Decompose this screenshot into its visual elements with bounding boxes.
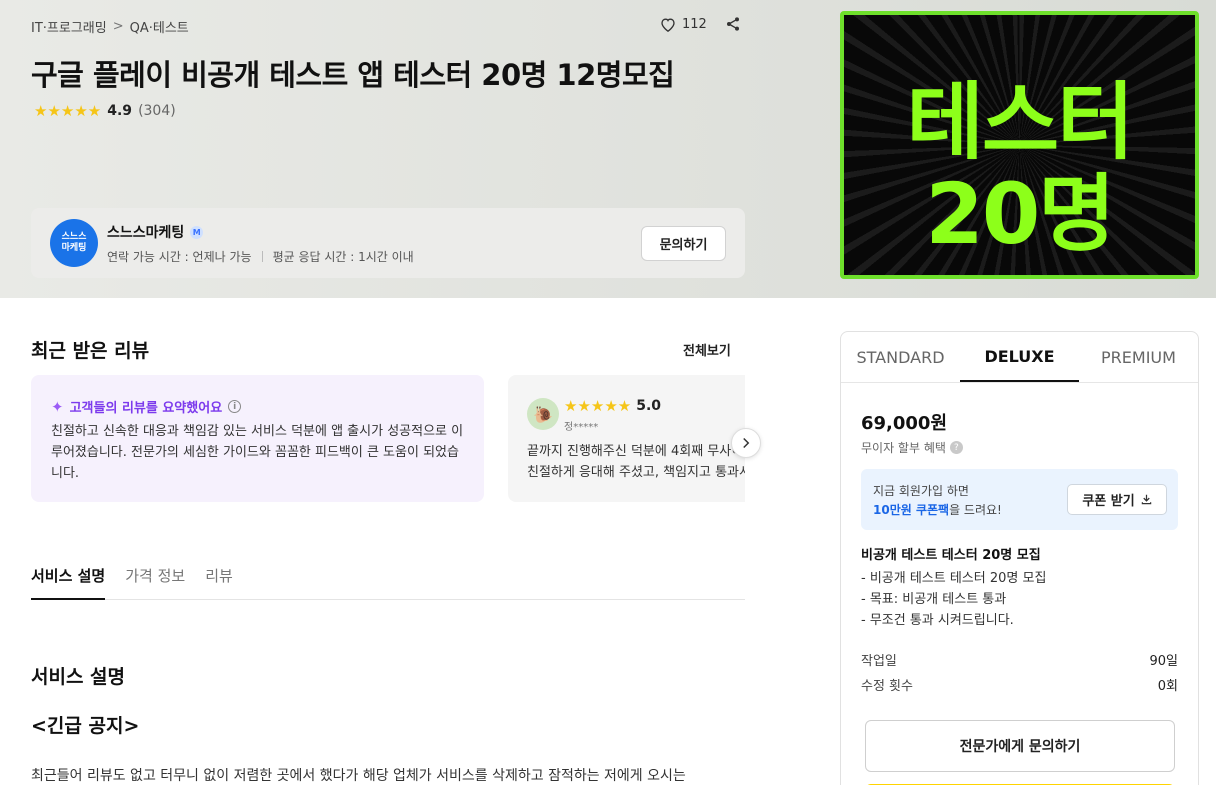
review-score: 5.0 [636,398,662,414]
recent-reviews-title: 최근 받은 리뷰 [31,340,150,362]
coupon-text-line1: 지금 회원가입 하면 [873,484,969,498]
package-tab-standard[interactable]: STANDARD [841,332,960,382]
info-icon[interactable]: i [228,400,242,413]
avatar-line2: 마케팅 [61,243,87,253]
breadcrumb: IT·프로그래밍 > QA·테스트 [31,17,189,36]
next-review-button[interactable] [731,428,761,458]
package-panel: STANDARD DELUXE PREMIUM 69,000원 무이자 할부 혜… [840,331,1199,785]
package-price: 69,000원 [861,413,948,434]
coupon-highlight: 10만원 쿠폰팩 [873,503,950,517]
ai-summary-text: 친절하고 신속한 대응과 책임감 있는 서비스 덕분에 앱 출시가 성공적으로 … [51,424,464,481]
chevron-right-icon [743,437,750,449]
review-rating: ★★★★★ 5.0 [564,397,661,415]
breadcrumb-subcategory[interactable]: QA·테스트 [130,17,189,36]
service-description-title: 서비스 설명 [31,666,126,688]
revisions-value: 0회 [1157,679,1178,694]
view-all-reviews-link[interactable]: 전체보기 [683,340,731,359]
review-text-line1: 끝까지 진행해주신 덕분에 4회째 무사히 [527,444,744,459]
review-text: 끝까지 진행해주신 덕분에 4회째 무사히 친절하게 응대해 주셨고, 책임지고… [527,441,745,483]
urgent-notice-heading: <긴급 공지> [31,715,140,737]
package-detail-item: - 무조건 통과 시켜드립니다. [861,613,1014,628]
package-name: 비공개 테스트 테스터 20명 모집 [861,548,1041,563]
star-icons: ★★★★★ [34,102,102,120]
work-days-row: 작업일 90일 [861,650,1178,669]
hero-section: IT·프로그래밍 > QA·테스트 112 구글 플레이 비공개 테스트 앱 테… [0,0,1216,298]
ai-review-summary: ✦ 고객들의 리뷰를 요약했어요 i 친절하고 신속한 대응과 책임감 있는 서… [31,375,484,502]
get-coupon-button[interactable]: 쿠폰 받기 [1067,484,1167,515]
avatar-line1: 스느스 [61,232,87,243]
revisions-label: 수정 횟수 [861,679,913,694]
tab-reviews[interactable]: 리뷰 [205,562,233,600]
share-icon[interactable] [725,16,741,32]
hero-actions: 112 [660,16,741,32]
reviewer-avatar: 🐌 [527,398,559,430]
ai-summary-header: ✦ 고객들의 리뷰를 요약했어요 i [51,397,242,416]
ai-summary-title: 고객들의 리뷰를 요약했어요 [69,401,223,416]
like-button[interactable]: 112 [660,17,707,32]
package-details: - 비공개 테스트 테스터 20명 모집 - 목표: 비공개 테스트 통과 - … [861,568,1046,631]
review-card[interactable]: 🐌 ★★★★★ 5.0 정***** 끝까지 진행해주신 덕분에 4회째 무사히… [508,375,745,502]
sparkle-icon: ✦ [51,397,64,416]
breadcrumb-separator: > [112,19,124,34]
product-thumbnail[interactable]: 테스터 20명 [840,11,1199,279]
package-detail-item: - 목표: 비공개 테스트 통과 [861,592,1007,607]
tab-service-description[interactable]: 서비스 설명 [31,562,106,600]
contact-button[interactable]: 문의하기 [641,226,726,261]
meta-divider [261,251,263,262]
tab-price-info[interactable]: 가격 정보 [125,562,185,600]
revisions-row: 수정 횟수 0회 [861,675,1178,694]
service-description-body: 최근들어 리뷰도 없고 터무니 없이 저렴한 곳에서 했다가 해당 업체가 서비… [31,768,686,784]
reviewer-name: 정***** [564,422,599,433]
thumbnail-text-line2: 20명 [925,165,1115,263]
package-tab-deluxe[interactable]: DELUXE [960,332,1079,382]
work-days-label: 작업일 [861,654,897,669]
heart-icon [661,17,675,32]
help-icon[interactable]: ? [949,441,963,454]
work-days-value: 90일 [1149,654,1178,669]
coupon-banner: 지금 회원가입 하면 10만원 쿠폰팩을 드려요! 쿠폰 받기 [861,469,1178,530]
package-detail-item: - 비공개 테스트 테스터 20명 모집 [861,571,1047,586]
review-count: (304) [138,103,176,119]
installment-benefit: 무이자 할부 혜택 ? [861,439,963,456]
coupon-text-rest: 을 드려요! [949,503,1002,517]
coupon-text-line2: 10만원 쿠폰팩을 드려요! [873,501,1002,518]
review-star-icons: ★★★★★ [564,397,632,415]
avg-response-time: 평균 응답 시간 : 1시간 이내 [272,250,414,264]
contact-hours: 연락 가능 시간 : 언제나 가능 [107,250,252,264]
breadcrumb-category[interactable]: IT·프로그래밍 [31,17,107,36]
seller-meta: 연락 가능 시간 : 언제나 가능 평균 응답 시간 : 1시간 이내 [107,248,414,265]
contact-expert-button[interactable]: 전문가에게 문의하기 [865,720,1175,772]
package-tabs: STANDARD DELUXE PREMIUM [841,332,1198,383]
seller-card: 스느스 마케팅 스느스마케팅 M 연락 가능 시간 : 언제나 가능 평균 응답… [31,208,745,278]
download-icon [1141,494,1151,505]
seller-grade-badge: M [190,225,204,239]
like-count: 112 [682,16,707,32]
installment-label: 무이자 할부 혜택 [861,441,946,455]
page-title: 구글 플레이 비공개 테스트 앱 테스터 20명 12명모집 [31,58,675,92]
seller-avatar[interactable]: 스느스 마케팅 [50,219,98,267]
seller-name-row: 스느스마케팅 M [107,222,204,242]
package-tab-premium[interactable]: PREMIUM [1079,332,1198,382]
content-tabs: 서비스 설명 가격 정보 리뷰 [31,562,745,600]
product-rating[interactable]: ★★★★★ 4.9 (304) [34,102,176,120]
rating-score: 4.9 [107,103,133,119]
get-coupon-label: 쿠폰 받기 [1082,494,1135,509]
seller-name[interactable]: 스느스마케팅 [107,222,184,242]
review-text-line2: 친절하게 응대해 주셨고, 책임지고 통과시 [527,465,745,480]
